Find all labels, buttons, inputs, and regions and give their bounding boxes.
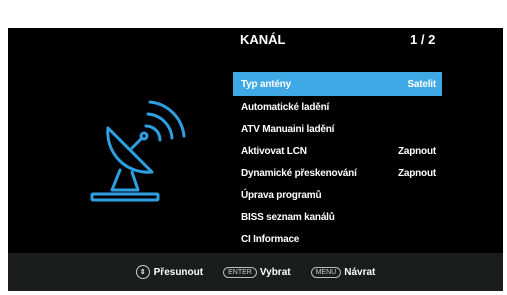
hint-back: MENU Návrat [310, 266, 376, 278]
menu-item-label: Dynamické přeskenování [241, 167, 357, 179]
menu-item-label: Úprava programů [241, 189, 322, 201]
menu-item-label: Automatické ladění [241, 101, 330, 113]
menu-item-value: Zapnout [397, 145, 436, 157]
menu-item-program-edit[interactable]: Úprava programů [233, 184, 442, 206]
channel-menu: Typ antény Satelit Automatické ladění AT… [233, 72, 442, 250]
enter-key-icon: ENTER [223, 266, 257, 278]
menu-item-lcn[interactable]: Aktivovat LCN Zapnout [233, 140, 442, 162]
hint-select: ENTER Vybrat [223, 266, 291, 278]
top-strip [8, 14, 503, 28]
menu-item-label: BISS seznam kanálů [241, 211, 335, 223]
hint-move-label: Přesunout [153, 266, 204, 278]
page-title: KANÁL [240, 32, 286, 47]
menu-item-biss-list[interactable]: BISS seznam kanálů [233, 206, 442, 228]
menu-item-dynamic-rescan[interactable]: Dynamické přeskenování Zapnout [233, 162, 442, 184]
satellite-dish-icon [90, 100, 186, 202]
menu-item-ci-info[interactable]: CI Informace [233, 228, 442, 250]
hint-select-label: Vybrat [259, 266, 291, 278]
hint-move: ⇕ Přesunout [135, 265, 204, 279]
menu-item-atv-manual-tuning[interactable]: ATV Manuaini ladění [233, 118, 442, 140]
hint-back-label: Návrat [344, 266, 376, 278]
updown-arrows-icon: ⇕ [135, 265, 150, 279]
menu-item-label: CI Informace [241, 233, 300, 245]
menu-item-value: Zapnout [397, 167, 436, 179]
tv-screen: KANÁL 1 / 2 Typ antény Satelit Automatic… [8, 14, 503, 291]
menu-key-icon: MENU [310, 266, 342, 278]
menu-item-value: Satelit [407, 78, 436, 90]
page-counter: 1 / 2 [410, 32, 436, 47]
menu-item-auto-tuning[interactable]: Automatické ladění [233, 96, 442, 118]
menu-item-antenna-type[interactable]: Typ antény Satelit [233, 72, 442, 96]
menu-item-label: Typ antény [241, 78, 292, 90]
menu-item-label: Aktivovat LCN [241, 145, 307, 157]
hint-bar: ⇕ Přesunout ENTER Vybrat MENU Návrat [8, 253, 503, 291]
menu-item-label: ATV Manuaini ladění [241, 123, 335, 135]
